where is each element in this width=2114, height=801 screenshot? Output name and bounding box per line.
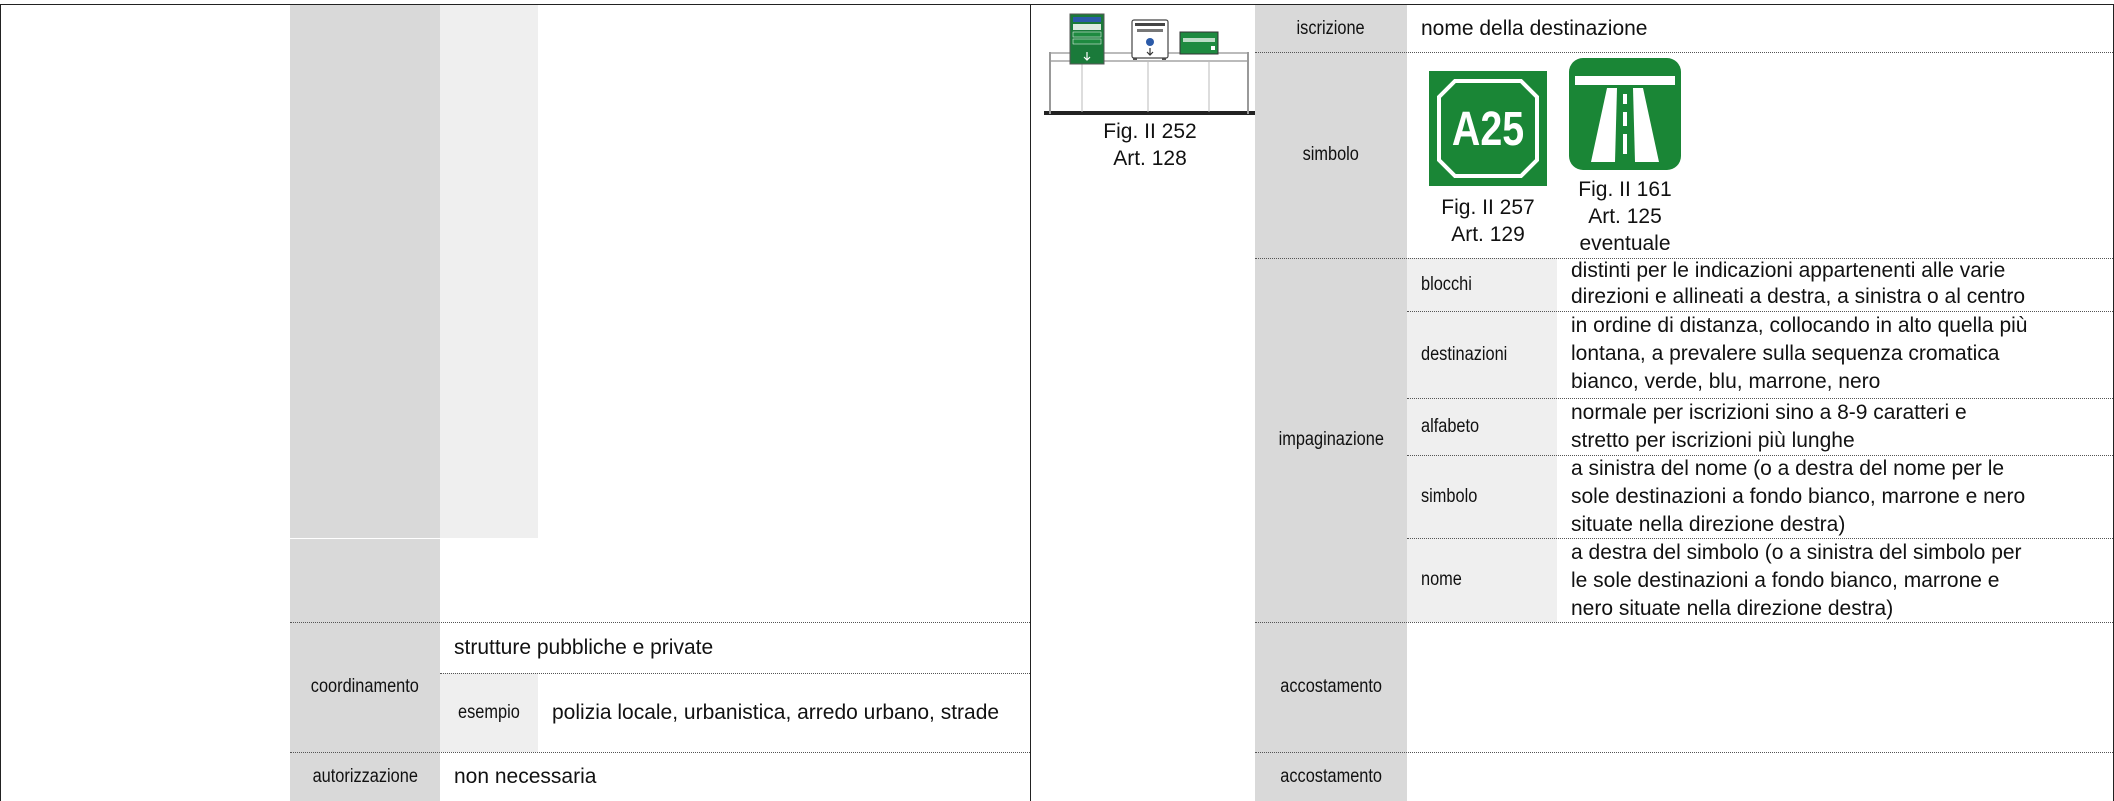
autorizzazione-value-cell: non necessaria xyxy=(454,752,1030,801)
destinazioni-line-1: in ordine di distanza, collocando in alt… xyxy=(1571,314,2028,337)
esempio-value-cell: polizia locale, urbanistica, arredo urba… xyxy=(552,673,1022,752)
esempio-label-cell: esempio xyxy=(440,673,538,752)
impaginazione-row-blocchi-label: blocchi xyxy=(1421,258,1555,311)
gantry-caption-fig: Fig. II 252 xyxy=(1103,120,1197,143)
alfabeto-line-2: stretto per iscrizioni più lunghe xyxy=(1571,429,1855,452)
gantry-caption-art: Art. 128 xyxy=(1113,147,1187,170)
a25-shield-text: A25 xyxy=(1452,102,1524,156)
simbolo-row-line-1: a sinistra del nome (o a destra del nome… xyxy=(1571,457,2005,480)
gantry-sign-figure xyxy=(1044,8,1256,120)
left-sublabel-column xyxy=(440,5,538,538)
coordinamento-value-cell: strutture pubbliche e private xyxy=(454,622,1030,673)
simbolo-fig2-line3: eventuale xyxy=(1579,232,1671,255)
gantry-illustration xyxy=(1044,13,1256,115)
simbolo-fig1-line1: Fig. II 257 xyxy=(1441,196,1535,219)
accostamento-2-label: accostamento xyxy=(1280,765,1382,787)
autorizzazione-label-cell: autorizzazione xyxy=(290,752,440,801)
accostamento-1-label-cell: accostamento xyxy=(1255,622,1407,752)
frame-left-line xyxy=(0,4,1,801)
destinazioni-label: destinazioni xyxy=(1421,343,1508,365)
blocchi-line-1: distinti per le indicazioni appartenenti… xyxy=(1571,259,2006,282)
impaginazione-label: impaginazione xyxy=(1278,429,1384,450)
destinazioni-line-3: bianco, verde, blu, marrone, nero xyxy=(1571,370,1881,393)
simbolo-fig1-line2: Art. 129 xyxy=(1451,223,1525,246)
alfabeto-label: alfabeto xyxy=(1421,415,1480,437)
simbolo-fig2-line1: Fig. II 161 xyxy=(1578,178,1672,201)
accostamento-1-label: accostamento xyxy=(1280,676,1382,697)
blocchi-label: blocchi xyxy=(1421,273,1472,295)
impaginazione-row-simbolo-label: simbolo xyxy=(1421,455,1555,538)
alfabeto-line-1: normale per iscrizioni sino a 8-9 caratt… xyxy=(1571,401,1967,424)
simbolo-label: simbolo xyxy=(1302,144,1360,165)
motorway-route-shield: A25 xyxy=(1429,71,1547,186)
iscrizione-label: iscrizione xyxy=(1296,17,1366,39)
impaginazione-row-destinazioni-label: destinazioni xyxy=(1421,311,1555,398)
nome-label: nome xyxy=(1421,569,1462,590)
iscrizione-label-cell: iscrizione xyxy=(1255,5,1407,52)
impaginazione-row-destinazioni-value: in ordine di distanza, collocando in alt… xyxy=(1571,312,2111,398)
simbolo-row-line-3: situate nella direzione destra) xyxy=(1571,513,1846,536)
simbolo-row-label: simbolo xyxy=(1421,485,1478,507)
simbolo-fig1-caption: Fig. II 257 Art. 129 xyxy=(1414,194,1562,248)
a25-shield-icon: A25 xyxy=(1429,71,1547,186)
coordinamento-label: coordinamento xyxy=(310,676,420,697)
destinazioni-line-2: lontana, a prevalere sulla sequenza crom… xyxy=(1571,342,2000,365)
nome-line-3: nero situate nella direzione destra) xyxy=(1571,597,1894,620)
autorizzazione-value: non necessaria xyxy=(454,764,597,788)
accostamento-2-label-cell: accostamento xyxy=(1255,752,1407,801)
impaginazione-row-alfabeto-value: normale per iscrizioni sino a 8-9 caratt… xyxy=(1571,399,2111,455)
impaginazione-row-nome-label: nome xyxy=(1421,538,1555,622)
nome-line-2: le sole destinazioni a fondo bianco, mar… xyxy=(1571,569,2000,592)
frame-divider-line xyxy=(1030,4,1031,801)
impaginazione-row-nome-value: a destra del simbolo (o a sinistra del s… xyxy=(1571,539,2111,622)
left-upper-separator xyxy=(290,538,540,539)
simbolo-row-line-2: sole destinazioni a fondo bianco, marron… xyxy=(1571,485,2026,508)
impaginazione-label-cell: impaginazione xyxy=(1255,258,1407,622)
simbolo-label-cell: simbolo xyxy=(1255,52,1407,258)
gantry-caption: Fig. II 252 Art. 128 xyxy=(1040,118,1260,172)
blocchi-line-2: direzioni e allineati a destra, a sinist… xyxy=(1571,285,2026,308)
impaginazione-row-simbolo-value: a sinistra del nome (o a destra del nome… xyxy=(1571,455,2111,538)
autorizzazione-label: autorizzazione xyxy=(312,765,418,787)
motorway-symbol xyxy=(1569,58,1681,170)
esempio-label: esempio xyxy=(458,701,520,723)
nome-line-1: a destra del simbolo (o a sinistra del s… xyxy=(1571,541,2022,564)
impaginazione-row-alfabeto-label: alfabeto xyxy=(1421,398,1555,455)
simbolo-fig2-line2: Art. 125 xyxy=(1588,205,1662,228)
motorway-icon xyxy=(1569,58,1681,170)
impaginazione-row-blocchi-value: distinti per le indicazioni appartenenti… xyxy=(1571,258,2111,311)
simbolo-fig2-caption: Fig. II 161 Art. 125 eventuale xyxy=(1551,176,1699,257)
coordinamento-value: strutture pubbliche e private xyxy=(454,635,714,659)
iscrizione-value-cell: nome della destinazione xyxy=(1421,5,2111,52)
esempio-value: polizia locale, urbanistica, arredo urba… xyxy=(552,700,1000,724)
iscrizione-value: nome della destinazione xyxy=(1421,16,1648,40)
coordinamento-label-cell: coordinamento xyxy=(290,622,440,752)
